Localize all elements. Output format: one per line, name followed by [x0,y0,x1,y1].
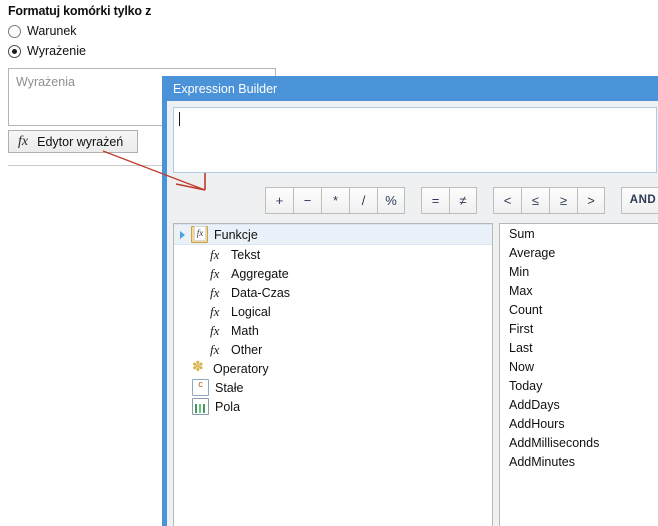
operator-button-multiply[interactable]: * [321,186,349,214]
expression-input-placeholder: Wyrażenia [16,75,75,89]
list-item[interactable]: Now [500,357,658,376]
fx-icon: fx [210,341,220,357]
expression-builder-titlebar[interactable]: Expression Builder [167,77,658,101]
fx-icon: fx [210,322,220,338]
list-item[interactable]: First [500,319,658,338]
tree-item-funkcje[interactable]: Funkcje [174,224,492,245]
fx-icon: fx [210,265,220,281]
list-item[interactable]: AddHours [500,414,658,433]
tree-item-stale[interactable]: Stałe [174,378,492,397]
tree-item-pola[interactable]: Pola [174,397,492,416]
tree-item-label: Aggregate [231,266,289,281]
tree-item-label: Other [231,342,263,357]
list-item[interactable]: Count [500,300,658,319]
list-item[interactable]: AddMinutes [500,452,658,471]
list-item[interactable]: Max [500,281,658,300]
operator-group-logical: AND [621,186,658,214]
expression-builder-window: Expression Builder + − * / % = ≠ < ≤ ≥ >… [162,76,658,526]
radio-label-warunek: Warunek [27,24,77,38]
operator-group-arithmetic: + − * / % [265,186,405,214]
window-title: Expression Builder [173,82,278,96]
list-item[interactable]: AddMilliseconds [500,433,658,452]
operator-toolbar: + − * / % = ≠ < ≤ ≥ > AND [167,181,658,219]
operator-group-equality: = ≠ [421,186,477,214]
tree-item-other[interactable]: fx Other [174,340,492,359]
fx-icon: fx [210,284,220,300]
tree-item-aggregate[interactable]: fx Aggregate [174,264,492,283]
fx-icon: fx [18,133,29,149]
tree-item-operatory[interactable]: Operatory [174,358,492,378]
tree-item-tekst[interactable]: fx Tekst [174,245,492,264]
tree-item-math[interactable]: fx Math [174,321,492,340]
function-category-tree[interactable]: Funkcje fx Tekst fx Aggregate fx Data-Cz… [173,223,493,526]
radio-option-wyrazenie[interactable]: Wyrażenie [8,44,86,58]
operator-button-equal[interactable]: = [421,186,449,214]
radio-mark-warunek[interactable] [8,24,21,38]
operator-button-minus[interactable]: − [293,186,321,214]
radio-mark-wyrazenie[interactable] [8,44,21,58]
list-item[interactable]: AddDays [500,395,658,414]
fx-icon: fx [210,303,220,319]
operator-button-greater-than[interactable]: > [577,186,605,214]
operator-button-greater-equal[interactable]: ≥ [549,186,577,214]
radio-option-warunek[interactable]: Warunek [8,24,77,38]
operator-button-less-than[interactable]: < [493,186,521,214]
list-item[interactable]: Average [500,243,658,262]
operator-button-less-equal[interactable]: ≤ [521,186,549,214]
list-item[interactable]: Sum [500,224,658,243]
tree-item-label: Logical [231,304,271,319]
tree-item-label: Stałe [215,380,244,395]
operator-button-not-equal[interactable]: ≠ [449,186,477,214]
tree-item-data-czas[interactable]: fx Data-Czas [174,283,492,302]
text-caret [179,112,180,126]
list-item[interactable]: Today [500,376,658,395]
expression-editor-button[interactable]: fx Edytor wyrażeń [8,130,138,153]
tree-item-label: Math [231,323,259,338]
fields-icon [192,398,209,415]
expression-editor-textarea[interactable] [173,107,657,173]
tree-item-label: Operatory [213,361,269,376]
operator-button-and[interactable]: AND [621,186,658,214]
operator-button-modulo[interactable]: % [377,186,405,214]
page-title: Formatuj komórki tylko z [8,4,152,18]
fx-icon: fx [210,246,220,262]
operator-button-plus[interactable]: + [265,186,293,214]
operators-icon [192,358,207,376]
operator-button-divide[interactable]: / [349,186,377,214]
tree-item-label: Data-Czas [231,285,291,300]
chevron-expanded-icon[interactable] [180,230,185,239]
operator-group-comparison: < ≤ ≥ > [493,186,605,214]
expression-editor-button-label: Edytor wyrażeń [37,134,124,149]
radio-label-wyrazenie: Wyrażenie [27,44,86,58]
tree-item-logical[interactable]: fx Logical [174,302,492,321]
constant-icon [192,379,209,396]
tree-item-label: Funkcje [214,227,258,242]
function-list[interactable]: Sum Average Min Max Count First Last Now… [499,223,658,526]
list-item[interactable]: Last [500,338,658,357]
list-item[interactable]: Min [500,262,658,281]
tree-item-label: Pola [215,399,241,414]
folder-fx-icon [191,226,208,243]
tree-item-label: Tekst [231,247,261,262]
